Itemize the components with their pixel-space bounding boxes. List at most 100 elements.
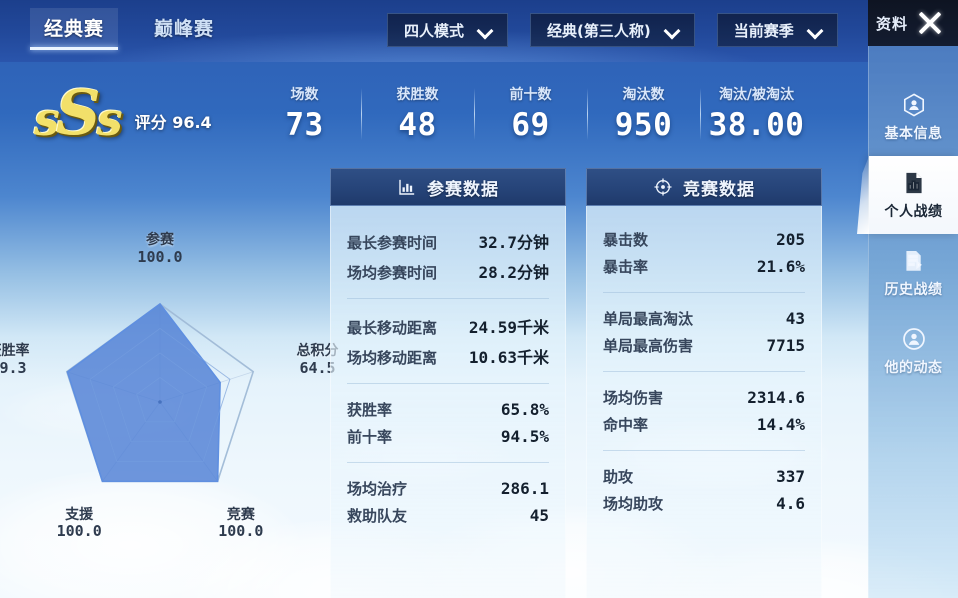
stat-row-label: 场均移动距离 <box>347 349 438 367</box>
stat-row-value: 205 <box>776 230 805 249</box>
tab-peak-label: 巅峰赛 <box>154 18 215 40</box>
stat-row-label: 场均伤害 <box>603 389 664 407</box>
panel-combat-data-title: 竞赛数据 <box>683 179 755 200</box>
stat-row: 单局最高淘汰 43 <box>603 305 805 332</box>
summary-stat-label: 淘汰/被淘汰 <box>718 87 795 103</box>
stat-row: 最长参赛时间 32.7分钟 <box>347 226 549 256</box>
summary-stat-cell: 淘汰/被淘汰 38.00 <box>700 84 813 143</box>
stat-row: 单局最高伤害 7715 <box>603 332 805 359</box>
panel-match-data-header: 参赛数据 <box>330 168 566 206</box>
radar-label-0-value: 100.0 <box>137 247 183 266</box>
stat-row-value: 2314.6 <box>747 388 805 407</box>
right-sidebar: 基本信息 个人战绩 历史战绩 他的动态 <box>868 46 958 598</box>
rating-display: s S s 评分 96.4 <box>34 76 212 149</box>
chevron-down-icon <box>665 24 678 37</box>
stat-group: 最长参赛时间 32.7分钟场均参赛时间 28.2分钟 <box>347 220 549 298</box>
rating-score: 评分 96.4 <box>135 109 212 139</box>
stat-row: 命中率 14.4% <box>603 411 805 438</box>
sidebar-item-basic-info[interactable]: 基本信息 <box>869 78 958 156</box>
dropdown-season-value: 当前赛季 <box>733 21 794 40</box>
stat-row-label: 最长移动距离 <box>347 319 438 337</box>
stat-row-value: 7715 <box>766 336 805 355</box>
stat-row: 暴击数 205 <box>603 226 805 253</box>
stat-row-value: 94.5% <box>500 427 549 446</box>
stat-row-label: 助攻 <box>603 468 634 486</box>
stat-group: 暴击数 205 暴击率 21.6% <box>603 220 805 292</box>
panel-header-right: 资料 <box>868 0 958 46</box>
stat-row: 场均伤害 2314.6 <box>603 384 805 411</box>
tab-peak[interactable]: 巅峰赛 <box>140 8 228 50</box>
panel-match-data-title: 参赛数据 <box>427 179 499 200</box>
summary-stat-cell: 淘汰数 950 <box>587 84 700 143</box>
panel-match-data-body: 最长参赛时间 32.7分钟场均参赛时间 28.2分钟最长移动距离 24.59千米场均移… <box>330 206 566 598</box>
sidebar-item-personal-record-label: 个人战绩 <box>884 203 943 220</box>
rating-score-label: 评分 <box>134 112 167 132</box>
stat-row-value: 24.59千米 <box>468 318 549 337</box>
stat-row-label: 暴击率 <box>603 258 649 276</box>
summary-stat-value: 69 <box>511 107 550 143</box>
summary-stat-cell: 场数 73 <box>248 84 361 143</box>
filter-dropdown-group: 四人模式 经典(第三人称) 当前赛季 <box>387 13 838 47</box>
summary-stat-value: 73 <box>285 107 324 143</box>
stat-row: 场均治疗 286.1 <box>347 475 549 502</box>
sidebar-item-history-record[interactable]: 历史战绩 <box>869 234 958 312</box>
dropdown-season[interactable]: 当前赛季 <box>716 13 838 47</box>
stat-row: 获胜率 65.8% <box>347 396 549 423</box>
dropdown-team-mode-value: 四人模式 <box>404 21 465 40</box>
summary-stat-value: 48 <box>398 107 437 143</box>
tab-classic[interactable]: 经典赛 <box>30 8 119 50</box>
stat-row-label: 救助队友 <box>347 507 408 525</box>
stat-row: 场均参赛时间 28.2分钟 <box>347 256 549 286</box>
panel-combat-data: 竞赛数据 暴击数 205 暴击率 21.6% 单局最高淘汰 43 单局最高伤害 7715 场均伤… <box>586 168 822 598</box>
stat-row-label: 场均治疗 <box>347 480 408 498</box>
summary-stat-label: 前十数 <box>509 87 552 103</box>
rank-grade: s S s <box>34 76 123 149</box>
stat-row-label: 暴击数 <box>603 231 649 249</box>
sidebar-item-activity-label: 他的动态 <box>884 359 943 376</box>
panel-combat-data-body: 暴击数 205 暴击率 21.6% 单局最高淘汰 43 单局最高伤害 7715 场均伤害 2314… <box>586 206 822 598</box>
stat-row-label: 单局最高淘汰 <box>603 310 694 328</box>
dropdown-perspective[interactable]: 经典(第三人称) <box>530 13 695 47</box>
sidebar-item-personal-record[interactable]: 个人战绩 <box>869 156 958 234</box>
radar-label-4-name: 获胜率 <box>0 343 30 360</box>
stat-row: 场均移动距离 10.63千米 <box>347 341 549 371</box>
summary-stats-row: 场数 73 获胜数 48 前十数 69 淘汰数 950 淘汰/被淘汰 38.00 <box>248 84 813 143</box>
radar-label-4: 获胜率 99.3 <box>0 343 45 377</box>
radar-chart-svg <box>65 302 255 483</box>
stat-row: 前十率 94.5% <box>347 423 549 450</box>
bar-chart-icon <box>397 177 417 197</box>
stat-row-value: 28.2分钟 <box>478 263 549 282</box>
stat-row-value: 14.4% <box>756 415 805 434</box>
stat-row: 暴击率 21.6% <box>603 253 805 280</box>
summary-stat-label: 获胜数 <box>396 87 439 103</box>
stat-row-value: 4.6 <box>776 494 805 513</box>
radar-label-2-value: 100.0 <box>218 522 264 541</box>
panel-title: 资料 <box>876 14 909 33</box>
sidebar-item-activity[interactable]: 他的动态 <box>869 312 958 390</box>
dropdown-perspective-value: 经典(第三人称) <box>547 21 651 40</box>
chevron-down-icon <box>478 24 491 37</box>
summary-stat-value: 950 <box>614 107 673 143</box>
rank-grade-char-2: S <box>55 76 101 149</box>
panel-match-data: 参赛数据 最长参赛时间 32.7分钟场均参赛时间 28.2分钟最长移动距离 24.59… <box>330 168 566 598</box>
stat-row: 助攻 337 <box>603 463 805 490</box>
stat-row: 场均助攻 4.6 <box>603 490 805 517</box>
close-icon[interactable] <box>912 5 948 41</box>
stat-group: 场均治疗 286.1 救助队友 45 <box>347 462 549 541</box>
summary-stat-cell: 前十数 69 <box>474 84 587 143</box>
radar-label-3-name: 支援 <box>65 506 94 523</box>
stat-row-value: 286.1 <box>500 479 549 498</box>
summary-stat-label: 淘汰数 <box>622 87 665 103</box>
stat-row-value: 21.6% <box>756 257 805 276</box>
stat-row-label: 最长参赛时间 <box>347 234 438 252</box>
stat-group: 单局最高淘汰 43 单局最高伤害 7715 <box>603 292 805 371</box>
sidebar-item-basic-info-label: 基本信息 <box>884 125 943 142</box>
stat-row-value: 32.7分钟 <box>478 233 549 252</box>
stat-row-label: 前十率 <box>347 428 393 446</box>
radar-label-0: 参赛 100.0 <box>126 232 194 266</box>
stat-row-value: 65.8% <box>500 400 549 419</box>
stat-row-value: 45 <box>529 506 549 525</box>
dropdown-team-mode[interactable]: 四人模式 <box>387 13 509 47</box>
summary-stat-value: 38.00 <box>708 107 805 143</box>
stat-row-label: 命中率 <box>603 416 649 434</box>
